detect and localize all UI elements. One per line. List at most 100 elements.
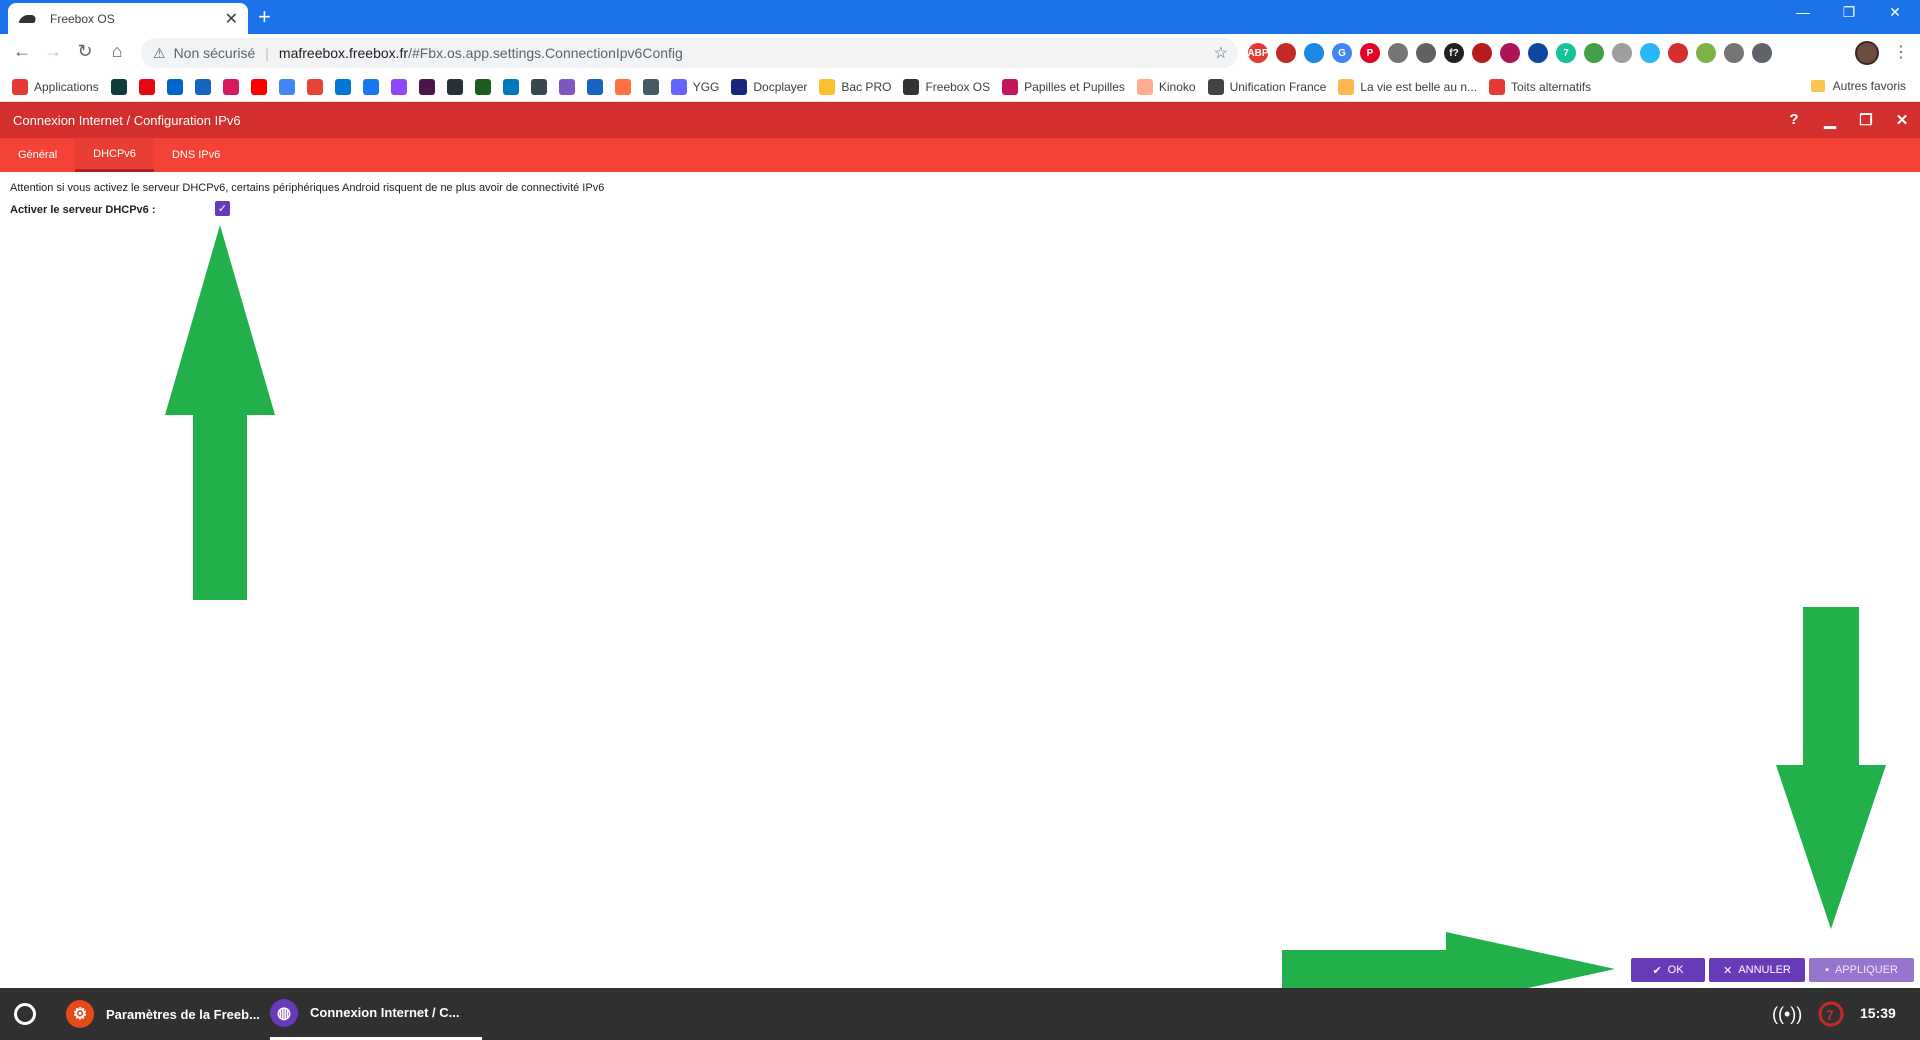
bookmark-item[interactable] (446, 78, 463, 95)
bookmark-item[interactable] (362, 78, 379, 95)
taskbar-item-label: Paramètres de la Freeb... (106, 1006, 260, 1022)
back-arrow-icon[interactable]: ← (10, 41, 34, 62)
bookmark-item[interactable]: Unification France (1207, 78, 1327, 95)
bookmark-label: Unification France (1229, 79, 1327, 94)
chrome-menu-icon[interactable]: ⋮ (1893, 42, 1909, 62)
bookmark-item[interactable] (250, 78, 267, 95)
apply-button-label: APPLIQUER (1834, 964, 1898, 976)
puzzle-icon[interactable] (1752, 43, 1772, 63)
bookmark-item[interactable] (306, 78, 323, 95)
ok-button[interactable]: ✔ OK (1631, 958, 1705, 982)
cancel-button-label: ANNULER (1738, 964, 1791, 976)
help-icon[interactable]: ? (1784, 111, 1804, 128)
bookmark-item[interactable]: Applications (12, 78, 99, 95)
bookmark-star-icon[interactable]: ☆ (1214, 43, 1228, 63)
bookmark-item[interactable]: La vie est belle au n... (1338, 78, 1477, 95)
app-close-icon[interactable]: ✕ (1892, 111, 1912, 129)
browser-tab[interactable]: Freebox OS ✕ (8, 3, 248, 34)
bookmark-item[interactable]: Toits alternatifs (1489, 78, 1592, 95)
bookmark-item[interactable]: Kinoko (1136, 78, 1196, 95)
bookmark-item[interactable] (222, 78, 239, 95)
bookmark-item[interactable] (614, 78, 631, 95)
url-host: mafreebox.freebox.fr (278, 45, 409, 61)
start-circle-icon[interactable] (14, 1003, 36, 1025)
bookmark-favicon-icon (614, 78, 631, 95)
app-maximize-icon[interactable]: ❐ (1856, 111, 1876, 129)
browser-tab-strip: Freebox OS ✕ + — ❐ ✕ (0, 0, 1920, 34)
grammarly-icon[interactable]: 7 (1556, 43, 1576, 63)
taskbar-item-connexion[interactable]: ◍ Connexion Internet / C... (270, 988, 482, 1040)
bookmark-item[interactable] (418, 78, 435, 95)
tab-general[interactable]: Général (0, 138, 75, 172)
bookmark-item[interactable] (138, 78, 155, 95)
abp-icon[interactable]: ABP (1247, 43, 1269, 63)
feather-icon[interactable] (1640, 43, 1660, 63)
taskbar-item-settings[interactable]: ⚙ Paramètres de la Freeb... (66, 988, 260, 1040)
bookmark-item[interactable]: Bac PRO (819, 78, 891, 95)
bookmark-item[interactable] (642, 78, 659, 95)
bookmark-item[interactable] (334, 78, 351, 95)
folder-red-icon[interactable] (1500, 43, 1520, 63)
wifi-icon[interactable]: ((•)) (1772, 1004, 1802, 1025)
eye-icon[interactable] (1388, 43, 1408, 63)
other-bookmarks-folder[interactable]: Autres favoris (1810, 79, 1906, 93)
bookmark-favicon-icon (502, 78, 519, 95)
new-tab-button[interactable]: + (258, 4, 271, 30)
people-icon[interactable] (1724, 43, 1744, 63)
address-separator: | (265, 45, 269, 61)
security-label[interactable]: Non sécurisé (174, 45, 256, 61)
save-disk-icon: ▪ (1825, 964, 1829, 976)
link-icon[interactable] (1612, 43, 1632, 63)
home-icon[interactable]: ⌂ (105, 41, 129, 62)
profile-avatar[interactable] (1855, 41, 1879, 65)
pinterest-icon[interactable]: P (1360, 43, 1380, 63)
app-minimize-icon[interactable]: ▁ (1820, 111, 1840, 129)
cancel-button[interactable]: ✕ ANNULER (1709, 958, 1805, 982)
globe-icon: ◍ (270, 998, 298, 1027)
apply-button[interactable]: ▪ APPLIQUER (1809, 958, 1914, 982)
bookmark-item[interactable]: Papilles et Pupilles (1002, 78, 1125, 95)
dhcp-server-checkbox[interactable]: ✓ (215, 201, 230, 216)
bars-icon[interactable] (1528, 43, 1548, 63)
shield-green-icon[interactable] (1696, 43, 1716, 63)
window-restore-button[interactable]: ❐ (1826, 4, 1872, 21)
bookmark-item[interactable] (474, 78, 491, 95)
extension-blue-icon[interactable] (1304, 43, 1324, 63)
address-bar[interactable]: ⚠ Non sécurisé | mafreebox.freebox.fr /#… (141, 38, 1238, 68)
bookmark-item[interactable] (530, 78, 547, 95)
invader-icon[interactable] (1668, 43, 1688, 63)
bird-icon[interactable] (1416, 43, 1436, 63)
up-arrow-annotation (165, 225, 275, 600)
bookmark-item[interactable] (278, 78, 295, 95)
clock: 15:39 (1860, 1005, 1896, 1021)
bookmark-item[interactable] (110, 78, 127, 95)
url-path: /#Fbx.os.app.settings.ConnectionIpv6Conf… (408, 45, 683, 61)
bookmark-item[interactable]: Docplayer (731, 78, 807, 95)
bookmark-label: Papilles et Pupilles (1024, 79, 1125, 94)
freebox-tray-icon[interactable]: 7 (1818, 1001, 1844, 1027)
tab-dns-ipv6[interactable]: DNS IPv6 (154, 138, 238, 172)
bookmark-item[interactable] (390, 78, 407, 95)
globe-green-icon[interactable] (1584, 43, 1604, 63)
browser-toolbar: ← → ↻ ⌂ ⚠ Non sécurisé | mafreebox.freeb… (0, 34, 1920, 72)
bookmark-favicon-icon (278, 78, 295, 95)
tab-close-icon[interactable]: ✕ (225, 9, 238, 29)
bookmark-item[interactable] (586, 78, 603, 95)
bookmark-item[interactable] (502, 78, 519, 95)
bookmark-item[interactable]: YGG (670, 78, 719, 95)
translate-icon[interactable]: G (1332, 43, 1352, 63)
ublock-icon[interactable] (1276, 43, 1296, 63)
fquestion-icon[interactable]: f? (1444, 43, 1464, 63)
bookmark-label: Toits alternatifs (1511, 79, 1592, 94)
forward-arrow-icon[interactable]: → (41, 41, 65, 62)
bookmark-item[interactable] (558, 78, 575, 95)
bookmark-item[interactable]: Freebox OS (903, 78, 990, 95)
window-minimize-button[interactable]: — (1780, 4, 1826, 20)
tab-dhcpv6[interactable]: DHCPv6 (75, 138, 154, 172)
window-close-button[interactable]: ✕ (1872, 4, 1918, 21)
shield-red-icon[interactable] (1472, 43, 1492, 63)
bookmark-item[interactable] (194, 78, 211, 95)
bookmark-favicon-icon (670, 78, 687, 95)
bookmark-item[interactable] (166, 78, 183, 95)
reload-icon[interactable]: ↻ (73, 41, 97, 62)
